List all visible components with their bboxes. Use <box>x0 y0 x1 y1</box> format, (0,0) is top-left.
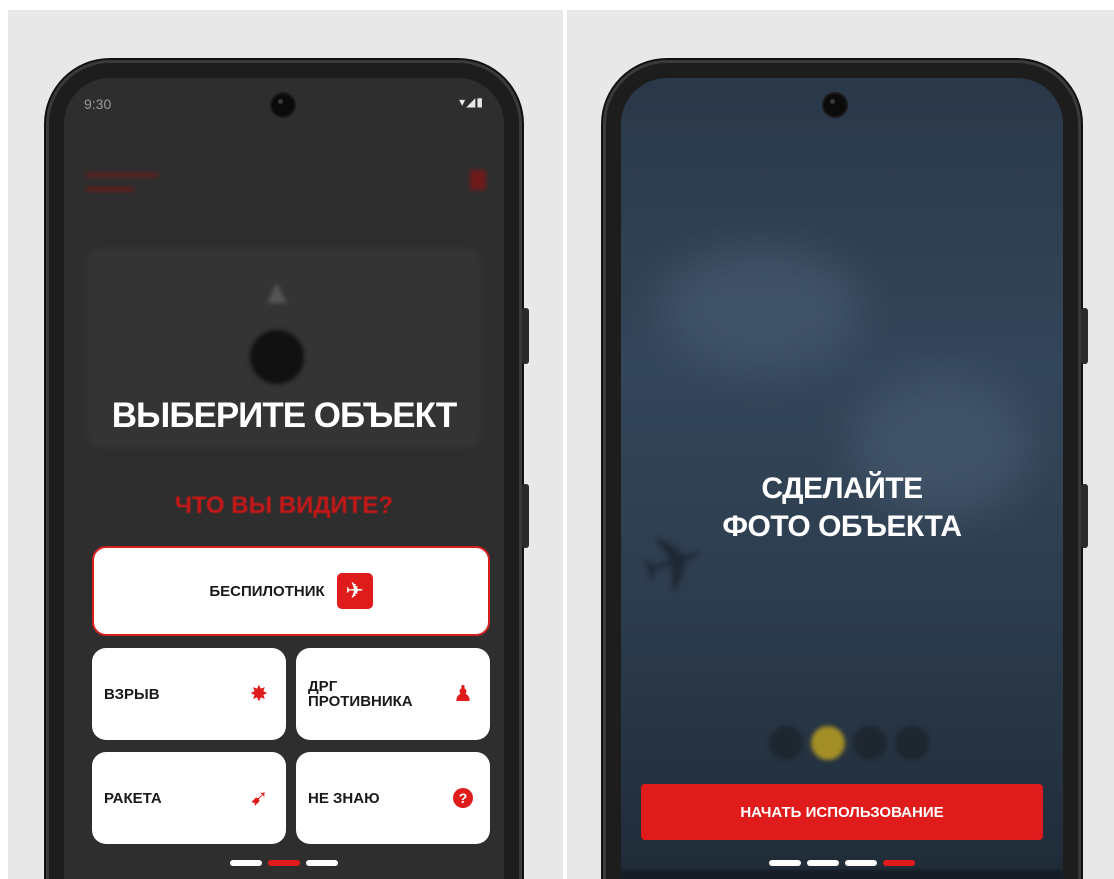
title-line-2: ФОТО ОБЪЕКТА <box>722 510 962 543</box>
status-time: 9:30 <box>84 96 112 112</box>
pager-dot <box>845 860 877 866</box>
option-enemy-group-label: ДРГ ПРОТИВНИКА <box>308 678 413 710</box>
phone-frame-right: ✈ СДЕЛАЙТЕ ФОТО ОБЪЕКТА НАЧАТЬ ИСПОЛЬЗОВ… <box>603 60 1088 879</box>
question-heading: ЧТО ВЫ ВИДИТЕ? <box>174 492 393 519</box>
start-button[interactable]: НАЧАТЬ ИСПОЛЬЗОВАНИЕ <box>641 784 1043 840</box>
right-panel: ✈ СДЕЛАЙТЕ ФОТО ОБЪЕКТА НАЧАТЬ ИСПОЛЬЗОВ… <box>567 10 1114 879</box>
option-rocket-label: РАКЕТА <box>104 789 162 807</box>
blurred-tab-bar <box>621 870 1063 879</box>
option-unknown-label: НЕ ЗНАЮ <box>308 789 380 807</box>
blurred-exclamation-icon <box>250 330 304 384</box>
title-line-1: СДЕЛАЙТЕ <box>761 472 923 505</box>
blurred-icon <box>811 726 845 760</box>
power-button <box>1081 484 1088 548</box>
volume-button <box>522 308 529 364</box>
soldier-icon: ♟ <box>453 681 473 706</box>
pager-dot <box>769 860 801 866</box>
pager-dots <box>621 860 1063 866</box>
blurred-app-header: ▬▬▬▬▬▬ ▬▬▬▬ <box>86 166 158 194</box>
pager-dot <box>807 860 839 866</box>
blurred-icon <box>769 726 803 760</box>
cloud <box>661 248 861 368</box>
option-enemy-group[interactable]: ДРГ ПРОТИВНИКА ♟ <box>296 648 490 740</box>
airplane-icon: ✈ <box>336 573 373 609</box>
blurred-icon <box>853 726 887 760</box>
rocket-icon: ➹ <box>249 785 269 810</box>
option-explosion-label: ВЗРЫВ <box>104 685 160 703</box>
right-screen: ✈ СДЕЛАЙТЕ ФОТО ОБЪЕКТА НАЧАТЬ ИСПОЛЬЗОВ… <box>621 78 1063 879</box>
pager-dot <box>230 860 262 866</box>
explosion-icon: ✸ <box>249 681 269 706</box>
option-unknown[interactable]: НЕ ЗНАЮ ? <box>296 752 490 844</box>
option-rocket[interactable]: РАКЕТА ➹ <box>92 752 286 844</box>
power-button <box>522 484 529 548</box>
onboarding-title: СДЕЛАЙТЕ ФОТО ОБЪЕКТА <box>621 470 1063 546</box>
left-panel: 9:30 ▾◢▮ ▬▬▬▬▬▬ ▬▬▬▬ ▲ ВЫБЕРИТЕ ОБЪЕКТ ЧТ… <box>8 10 563 879</box>
option-drone[interactable]: БЕСПИЛОТНИК ✈ <box>92 546 490 636</box>
pager-dot <box>306 860 338 866</box>
blurred-flag-icon <box>470 170 486 190</box>
pager-dot-active <box>268 860 300 866</box>
pager-dots <box>64 860 504 866</box>
option-drone-label: БЕСПИЛОТНИК <box>209 582 325 600</box>
option-explosion[interactable]: ВЗРЫВ ✸ <box>92 648 286 740</box>
onboarding-title: ВЫБЕРИТЕ ОБЪЕКТ <box>111 396 457 435</box>
volume-button <box>1081 308 1088 364</box>
pager-dot-active <box>883 860 915 866</box>
front-camera-icon <box>824 94 846 116</box>
blurred-triangle-icon: ▲ <box>260 273 294 311</box>
question-icon: ? <box>448 783 478 813</box>
front-camera-icon <box>272 94 294 116</box>
left-screen: 9:30 ▾◢▮ ▬▬▬▬▬▬ ▬▬▬▬ ▲ ВЫБЕРИТЕ ОБЪЕКТ ЧТ… <box>64 78 504 879</box>
svg-text:?: ? <box>459 790 468 806</box>
blurred-icon <box>895 726 929 760</box>
phone-frame-left: 9:30 ▾◢▮ ▬▬▬▬▬▬ ▬▬▬▬ ▲ ВЫБЕРИТЕ ОБЪЕКТ ЧТ… <box>46 60 529 879</box>
status-icons: ▾◢▮ <box>459 95 484 109</box>
blurred-mode-icons <box>769 726 929 760</box>
